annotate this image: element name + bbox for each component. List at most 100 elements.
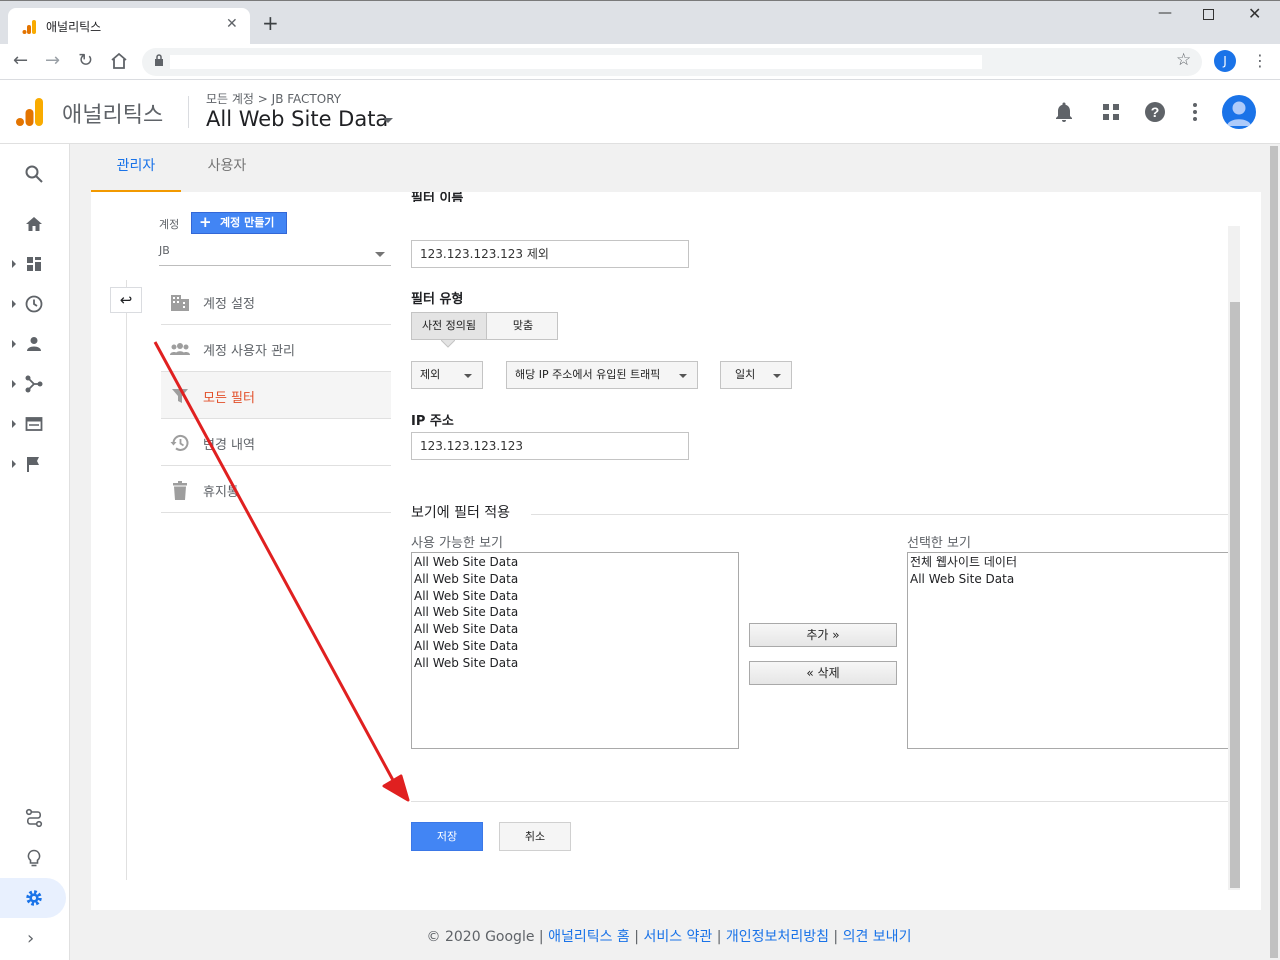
footer-link-privacy[interactable]: 개인정보처리방침	[726, 929, 829, 945]
new-tab-button[interactable]: +	[262, 13, 279, 33]
home-nav-icon[interactable]	[24, 214, 44, 234]
tab-user[interactable]: 사용자	[192, 144, 262, 192]
expand-arrow-icon[interactable]	[12, 300, 16, 308]
behavior-icon[interactable]	[24, 414, 44, 434]
help-icon[interactable]: ?	[1143, 100, 1167, 124]
dashboard-icon[interactable]	[24, 254, 44, 274]
brand-name: 애널리틱스	[62, 103, 164, 128]
list-item[interactable]: All Web Site Data	[414, 588, 736, 605]
history-icon	[170, 434, 189, 451]
copyright-text: © 2020 Google	[426, 929, 535, 945]
filter-name-input[interactable]: 123.123.123.123 제외	[411, 240, 689, 268]
chevron-down-icon[interactable]	[383, 118, 393, 123]
attribution-icon[interactable]	[24, 808, 44, 828]
close-window-icon[interactable]: ✕	[1248, 4, 1261, 23]
list-item[interactable]: All Web Site Data	[414, 571, 736, 588]
list-item[interactable]: All Web Site Data	[414, 604, 736, 621]
menu-item-account-settings[interactable]: 계정 설정	[161, 278, 391, 325]
list-item[interactable]: All Web Site Data	[414, 554, 736, 571]
address-bar[interactable]: ☆	[142, 48, 1202, 76]
close-tab-icon[interactable]: ✕	[226, 16, 238, 32]
list-item[interactable]: All Web Site Data	[414, 655, 736, 672]
analytics-logo-icon	[16, 98, 43, 126]
minimize-window-icon[interactable]: —	[1158, 5, 1172, 21]
browser-profile-avatar[interactable]: J	[1214, 50, 1236, 72]
expand-arrow-icon[interactable]	[12, 380, 16, 388]
available-views-list[interactable]: All Web Site Data All Web Site Data All …	[411, 552, 739, 749]
expand-arrow-icon[interactable]	[12, 340, 16, 348]
expand-arrow-icon[interactable]	[12, 260, 16, 268]
browser-tab-title: 애널리틱스	[46, 20, 102, 34]
section-divider	[531, 514, 1231, 515]
menu-item-all-filters[interactable]: 모든 필터	[161, 372, 391, 419]
bookmark-star-icon[interactable]: ☆	[1176, 50, 1191, 70]
menu-item-label: 계정 사용자 관리	[203, 344, 295, 359]
traffic-source-dropdown[interactable]: 해당 IP 주소에서 유입된 트래픽	[506, 361, 698, 389]
flag-icon[interactable]	[24, 454, 44, 474]
back-button[interactable]: ↩	[110, 287, 142, 313]
add-view-button[interactable]: 추가 »	[749, 623, 897, 647]
page-scrollbar-thumb[interactable]	[1270, 146, 1278, 958]
footer-link-terms[interactable]: 서비스 약관	[643, 929, 712, 945]
footer-link-analytics-home[interactable]: 애널리틱스 홈	[548, 929, 630, 945]
chrome-menu-icon[interactable]: ⋮	[1252, 51, 1268, 70]
forward-arrow-icon[interactable]: →	[45, 50, 60, 72]
create-account-label: 계정 만들기	[220, 216, 275, 229]
list-item[interactable]: All Web Site Data	[414, 638, 736, 655]
clock-icon[interactable]	[24, 294, 44, 314]
account-avatar[interactable]	[1222, 95, 1256, 129]
remove-view-button[interactable]: « 삭제	[749, 661, 897, 685]
expand-nav-chevron-icon[interactable]: ›	[27, 928, 34, 949]
tab-admin[interactable]: 관리자	[91, 144, 181, 192]
menu-item-label: 계정 설정	[203, 297, 255, 312]
list-item[interactable]: 전체 웹사이트 데이터	[910, 554, 1228, 571]
browser-tab[interactable]: 애널리틱스 ✕	[8, 8, 250, 45]
browser-toolbar: ← → ↻ ☆	[0, 44, 1280, 80]
save-button[interactable]: 저장	[411, 822, 483, 851]
menu-item-trash[interactable]: 휴지통	[161, 466, 391, 513]
reload-icon[interactable]: ↻	[78, 50, 93, 72]
match-type-dropdown[interactable]: 일치	[720, 361, 792, 389]
selected-notch-icon	[441, 340, 455, 348]
create-account-button[interactable]: + 계정 만들기	[191, 212, 287, 234]
list-item[interactable]: All Web Site Data	[910, 571, 1228, 588]
view-selector[interactable]: All Web Site Data	[206, 107, 388, 131]
breadcrumb[interactable]: 모든 계정 > JB FACTORY	[206, 90, 341, 107]
expand-arrow-icon[interactable]	[12, 420, 16, 428]
type-predefined-button[interactable]: 사전 정의됨	[412, 313, 487, 339]
gear-icon[interactable]	[24, 888, 44, 908]
ip-address-input[interactable]: 123.123.123.123	[411, 432, 689, 460]
lightbulb-icon[interactable]	[24, 848, 44, 868]
menu-item-change-history[interactable]: 변경 내역	[161, 419, 391, 466]
audience-person-icon[interactable]	[24, 334, 44, 354]
back-arrow-icon[interactable]: ←	[13, 50, 28, 72]
expand-arrow-icon[interactable]	[12, 460, 16, 468]
maximize-window-icon[interactable]	[1203, 9, 1214, 20]
cancel-button[interactable]: 취소	[499, 822, 571, 851]
account-select-value: JB	[159, 244, 170, 257]
analytics-favicon-icon	[22, 20, 36, 34]
selected-views-list[interactable]: 전체 웹사이트 데이터 All Web Site Data	[907, 552, 1231, 749]
header-divider	[188, 96, 189, 128]
account-select[interactable]: JB	[159, 244, 391, 266]
page-footer: © 2020 Google | 애널리틱스 홈 | 서비스 약관 | 개인정보처…	[70, 926, 1268, 946]
list-item[interactable]: All Web Site Data	[414, 621, 736, 638]
bell-icon[interactable]	[1052, 100, 1076, 124]
admin-tabs: 관리자 사용자	[70, 144, 1268, 192]
more-vert-icon[interactable]	[1183, 100, 1207, 124]
type-custom-button[interactable]: 맞춤	[488, 313, 558, 339]
search-icon[interactable]	[24, 164, 44, 184]
column-divider	[126, 280, 127, 880]
acquisition-icon[interactable]	[24, 374, 44, 394]
home-icon[interactable]	[110, 52, 128, 70]
people-icon	[170, 343, 190, 355]
admin-panel: 계정 + 계정 만들기 JB ↩ 계정 설정 계정 사용자 관리 모든 필터 변…	[91, 192, 1261, 910]
footer-separator: |	[828, 929, 843, 945]
account-label: 계정	[159, 218, 180, 231]
menu-item-user-management[interactable]: 계정 사용자 관리	[161, 325, 391, 372]
footer-link-feedback[interactable]: 의견 보내기	[843, 929, 912, 945]
form-scrollbar-thumb[interactable]	[1230, 302, 1240, 888]
filter-action-dropdown[interactable]: 제외	[411, 361, 483, 389]
ga-header: 애널리틱스 모든 계정 > JB FACTORY All Web Site Da…	[0, 80, 1280, 144]
apps-grid-icon[interactable]	[1099, 100, 1123, 124]
